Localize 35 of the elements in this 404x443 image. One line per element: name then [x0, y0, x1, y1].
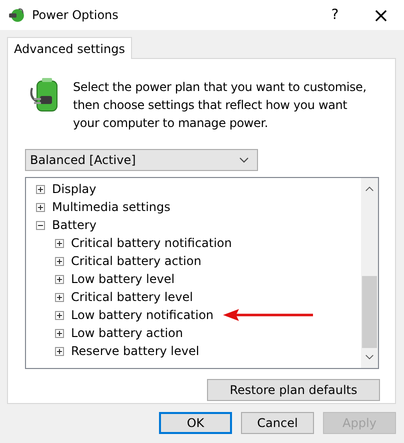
- tree-item[interactable]: Battery: [52, 218, 96, 232]
- tree-item[interactable]: Critical battery level: [71, 290, 193, 304]
- tree-item[interactable]: Low battery notification: [71, 308, 214, 322]
- plan-dropdown[interactable]: Balanced [Active]: [25, 149, 258, 171]
- help-button[interactable]: ?: [312, 0, 358, 30]
- expand-icon[interactable]: [55, 292, 64, 302]
- scroll-up-icon[interactable]: [365, 186, 374, 192]
- expand-icon[interactable]: [55, 310, 64, 320]
- window-title: Power Options: [32, 8, 120, 22]
- collapse-icon[interactable]: [36, 220, 45, 230]
- dialog-button[interactable]: Cancel: [241, 412, 314, 434]
- chevron-down-icon: [239, 157, 249, 163]
- expand-icon[interactable]: [36, 184, 45, 194]
- tab[interactable]: Advanced settings: [7, 37, 132, 59]
- tree-item[interactable]: Multimedia settings: [52, 200, 170, 214]
- expand-icon[interactable]: [55, 328, 64, 338]
- expand-icon[interactable]: [55, 346, 64, 356]
- scroll-thumb[interactable]: [362, 276, 377, 348]
- tree-item[interactable]: Critical battery action: [71, 254, 202, 268]
- intro-text: Select the power plan that you want to customise, then choose settings that reflect how you want your computer to manage power.: [73, 79, 368, 132]
- expand-icon[interactable]: [36, 202, 45, 212]
- expand-icon[interactable]: [55, 274, 64, 284]
- scroll-down-icon[interactable]: [365, 354, 374, 360]
- expand-icon[interactable]: [55, 238, 64, 248]
- tree-item[interactable]: Low battery level: [71, 272, 175, 286]
- expand-icon[interactable]: [55, 256, 64, 266]
- close-button[interactable]: ×: [358, 0, 404, 30]
- tree-item[interactable]: Critical battery notification: [71, 236, 232, 250]
- power-plug-icon: [8, 6, 25, 24]
- tree-item[interactable]: Low battery action: [71, 326, 183, 340]
- dialog-button[interactable]: OK: [159, 412, 232, 434]
- scrollbar[interactable]: [361, 178, 378, 368]
- tree-item[interactable]: Reserve battery level: [71, 344, 200, 358]
- restore-defaults-button[interactable]: Restore plan defaults: [207, 379, 380, 401]
- tree-item[interactable]: Display: [52, 182, 96, 196]
